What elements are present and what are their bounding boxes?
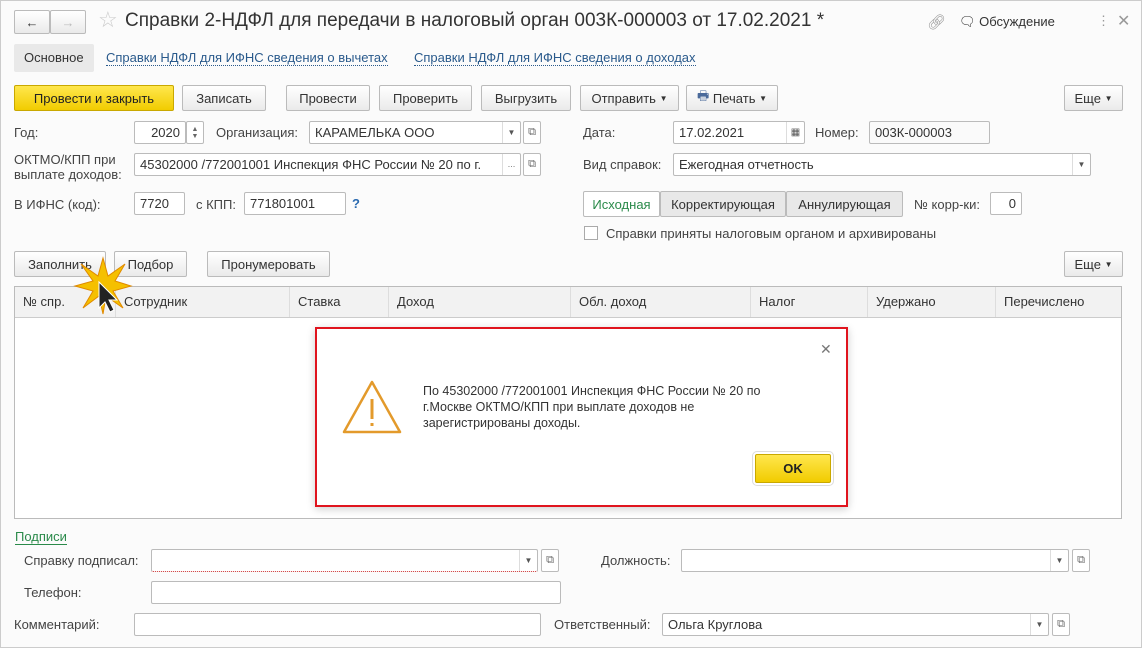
kind-cancel-button[interactable]: Аннулирующая	[786, 191, 903, 217]
year-input[interactable]: 2020	[134, 121, 186, 144]
number-input[interactable]: 003К-000003	[869, 121, 990, 144]
col-withheld[interactable]: Удержано	[867, 287, 944, 317]
send-label: Отправить	[591, 90, 656, 106]
phone-input[interactable]	[151, 581, 561, 604]
close-icon[interactable]: ✕	[1117, 11, 1130, 31]
menu-icon[interactable]: ⋮	[1097, 13, 1110, 29]
corr-label: № корр-ки:	[914, 197, 980, 212]
tab-deductions[interactable]: Справки НДФЛ для ИФНС сведения о вычетах	[106, 50, 388, 66]
save-button[interactable]: Записать	[182, 85, 266, 111]
table-more-button[interactable]: Еще ▼	[1064, 251, 1123, 277]
discussion-button[interactable]: 🗨︎ Обсуждение	[959, 14, 1055, 30]
oktmo-input[interactable]: 45302000 /772001001 Инспекция ФНС России…	[134, 153, 521, 176]
tab-income[interactable]: Справки НДФЛ для ИФНС сведения о доходах	[414, 50, 696, 66]
type-select[interactable]: Ежегодная отчетность ▼	[673, 153, 1091, 176]
post-and-close-button[interactable]: Провести и закрыть	[14, 85, 174, 111]
dropdown-icon[interactable]: ▼	[1030, 614, 1048, 635]
open-icon[interactable]: ⧉	[1052, 613, 1070, 636]
open-icon[interactable]: ⧉	[1072, 549, 1090, 572]
printer-icon: 🖶︎	[696, 88, 713, 103]
date-label: Дата:	[583, 125, 616, 140]
dialog-message: По 45302000 /772001001 Инспекция ФНС Рос…	[423, 384, 761, 430]
dropdown-icon[interactable]: ▼	[1072, 154, 1090, 175]
oktmo-value: 45302000 /772001001 Инспекция ФНС России…	[140, 157, 482, 172]
warning-dialog: ✕ По 45302000 /772001001 Инспекция ФНС Р…	[315, 327, 848, 507]
signed-input[interactable]: ▼	[151, 549, 538, 572]
discussion-icon: 🗨︎	[959, 14, 980, 29]
archived-label: Справки приняты налоговым органом и архи…	[606, 226, 937, 241]
number-label: Номер:	[815, 125, 859, 140]
signed-label: Справку подписал:	[24, 553, 139, 568]
year-spinner[interactable]: ▲ ▼	[186, 121, 204, 144]
kpp-input[interactable]: 771801001	[244, 192, 346, 215]
print-button[interactable]: 🖶︎ Печать ▼	[686, 85, 778, 111]
type-value: Ежегодная отчетность	[679, 157, 814, 172]
dropdown-icon[interactable]: ▼	[502, 122, 520, 143]
col-rate[interactable]: Ставка	[289, 287, 349, 317]
type-label: Вид справок:	[583, 157, 662, 172]
archived-checkbox[interactable]	[584, 226, 598, 240]
forward-button[interactable]: →	[50, 10, 86, 34]
comment-label: Комментарий:	[14, 617, 100, 632]
export-button[interactable]: Выгрузить	[481, 85, 571, 111]
select-icon[interactable]: …	[502, 154, 520, 175]
help-icon[interactable]: ?	[352, 196, 360, 211]
date-value: 17.02.2021	[679, 125, 745, 140]
check-button[interactable]: Проверить	[379, 85, 472, 111]
star-icon[interactable]: ☆	[98, 7, 118, 33]
discussion-label: Обсуждение	[979, 14, 1055, 29]
open-icon[interactable]: ⧉	[523, 153, 541, 176]
col-tax[interactable]: Налог	[750, 287, 803, 317]
col-taxable-income[interactable]: Обл. доход	[570, 287, 654, 317]
more-button[interactable]: Еще ▼	[1064, 85, 1123, 111]
org-input[interactable]: КАРАМЕЛЬКА ООО ▼	[309, 121, 521, 144]
dropdown-icon[interactable]: ▼	[1050, 550, 1068, 571]
responsible-value: Ольга Круглова	[668, 617, 763, 632]
responsible-input[interactable]: Ольга Круглова ▼	[662, 613, 1049, 636]
more-label: Еще	[1074, 90, 1101, 106]
click-burst-icon	[73, 256, 133, 315]
signatures-link[interactable]: Подписи	[15, 529, 67, 545]
oktmo-label: ОКТМО/КПП при выплате доходов:	[14, 152, 122, 182]
table-header: № спр. Сотрудник Ставка Доход Обл. доход…	[15, 287, 1121, 318]
responsible-label: Ответственный:	[554, 617, 651, 632]
ifns-input[interactable]: 7720	[134, 192, 185, 215]
dialog-close-icon[interactable]: ✕	[820, 341, 832, 358]
col-income[interactable]: Доход	[388, 287, 442, 317]
open-icon[interactable]: ⧉	[541, 549, 559, 572]
kind-corrective-button[interactable]: Корректирующая	[660, 191, 786, 217]
tab-main[interactable]: Основное	[14, 44, 94, 72]
warning-icon	[342, 380, 402, 434]
col-number[interactable]: № спр.	[15, 287, 73, 317]
ok-button[interactable]: OK	[752, 451, 834, 486]
org-label: Организация:	[216, 125, 299, 140]
position-label: Должность:	[601, 553, 671, 568]
renumber-button[interactable]: Пронумеровать	[207, 251, 330, 277]
calendar-icon[interactable]: ▦	[786, 122, 804, 143]
back-button[interactable]: ←	[14, 10, 50, 34]
kind-original-button[interactable]: Исходная	[583, 191, 660, 217]
open-icon[interactable]: ⧉	[523, 121, 541, 144]
corr-input[interactable]: 0	[990, 192, 1022, 215]
col-transferred[interactable]: Перечислено	[995, 287, 1092, 317]
link-icon[interactable]: 🔗︎	[927, 13, 946, 31]
ifns-label: В ИФНС (код):	[14, 197, 101, 212]
comment-input[interactable]	[134, 613, 541, 636]
more-label: Еще	[1074, 256, 1101, 272]
year-label: Год:	[14, 125, 39, 140]
date-input[interactable]: 17.02.2021 ▦	[673, 121, 805, 144]
phone-label: Телефон:	[24, 585, 82, 600]
kpp-label: с КПП:	[196, 197, 236, 212]
org-value: КАРАМЕЛЬКА ООО	[315, 125, 435, 140]
print-label: Печать	[712, 90, 756, 106]
position-input[interactable]: ▼	[681, 549, 1069, 572]
page-title: Справки 2-НДФЛ для передачи в налоговый …	[125, 10, 825, 31]
send-button[interactable]: Отправить ▼	[580, 85, 679, 111]
post-button[interactable]: Провести	[286, 85, 370, 111]
dropdown-icon[interactable]: ▼	[519, 550, 537, 571]
